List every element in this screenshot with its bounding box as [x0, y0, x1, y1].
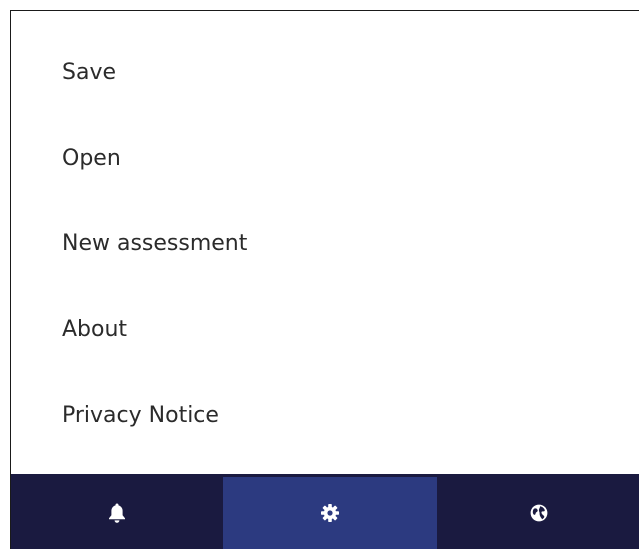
menu-item-save[interactable]: Save — [62, 60, 116, 86]
bell-icon — [109, 503, 125, 523]
menu-item-about[interactable]: About — [62, 317, 127, 343]
notifications-button[interactable] — [11, 477, 223, 549]
menu-item-privacy-notice[interactable]: Privacy Notice — [62, 403, 219, 429]
gear-icon — [321, 504, 339, 522]
bottom-navigation-bar — [11, 474, 639, 549]
menu-item-new-assessment[interactable]: New assessment — [62, 231, 247, 257]
language-button[interactable] — [437, 477, 639, 549]
settings-button[interactable] — [223, 477, 437, 549]
settings-menu: Save Open New assessment About Privacy N… — [11, 11, 639, 473]
settings-panel: Save Open New assessment About Privacy N… — [10, 10, 639, 549]
menu-item-open[interactable]: Open — [62, 146, 121, 172]
globe-icon — [530, 504, 547, 522]
